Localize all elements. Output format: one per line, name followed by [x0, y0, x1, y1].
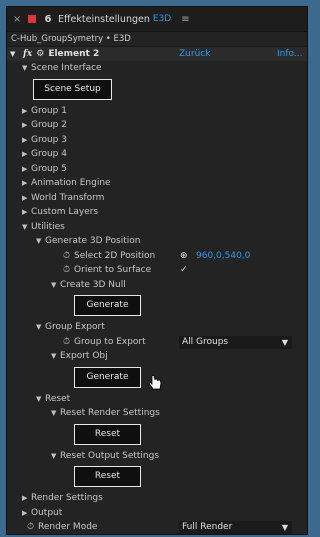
expand-triangle-icon[interactable]: ▼ — [51, 449, 60, 464]
dropdown-arrow-icon: ▼ — [281, 337, 288, 347]
dropdown-arrow-icon: ▼ — [281, 523, 288, 532]
create-null-generate-row: Generate — [7, 292, 307, 320]
select-2d-position-value[interactable]: 960,0,540,0 — [196, 249, 250, 264]
orient-to-surface-row: ⏱ Orient to Surface ✓ — [7, 263, 307, 278]
effect-gear-icon: ⚙ — [36, 49, 45, 59]
reset-output-button[interactable]: Reset — [74, 466, 141, 487]
expand-triangle-icon[interactable]: ▼ — [36, 320, 45, 335]
render-mode-dropdown[interactable]: Full Render ▼ — [179, 521, 292, 534]
stopwatch-icon[interactable]: ⏱ — [63, 251, 70, 261]
expand-triangle-icon[interactable]: ▶ — [22, 205, 31, 220]
effect-header[interactable]: ▼ fx ⚙ Element 2 Zurück Info... — [7, 47, 307, 61]
world-transform-group[interactable]: ▶ World Transform — [7, 191, 307, 206]
lock-icon[interactable]: 6 — [42, 14, 54, 25]
reset-render-row: Reset — [7, 421, 307, 449]
scene-setup-row: Scene Setup — [7, 76, 307, 104]
stopwatch-icon[interactable]: ⏱ — [63, 337, 70, 347]
export-obj-group[interactable]: ▼ Export Obj — [7, 349, 307, 364]
expand-triangle-icon[interactable]: ▼ — [22, 61, 31, 76]
group-2[interactable]: ▶ Group 2 — [7, 118, 307, 133]
stopwatch-icon[interactable]: ⏱ — [27, 522, 34, 532]
group-3[interactable]: ▶ Group 3 — [7, 133, 307, 148]
orient-to-surface-checkbox[interactable]: ✓ — [180, 263, 188, 278]
reset-render-settings-group[interactable]: ▼ Reset Render Settings — [7, 406, 307, 421]
fx-toggle-icon[interactable]: fx — [23, 49, 32, 59]
reset-output-settings-group[interactable]: ▼ Reset Output Settings — [7, 449, 307, 464]
close-panel-button[interactable]: × — [13, 14, 25, 25]
expand-triangle-icon[interactable]: ▶ — [22, 104, 31, 119]
group-to-export-row: ⏱ Group to Export All Groups ▼ — [7, 335, 307, 350]
utilities-group[interactable]: ▼ Utilities — [7, 220, 307, 235]
expand-triangle-icon[interactable]: ▶ — [22, 118, 31, 133]
generate-null-button[interactable]: Generate — [74, 295, 141, 316]
expand-triangle-icon[interactable]: ▶ — [22, 147, 31, 162]
expand-triangle-icon[interactable]: ▼ — [51, 349, 60, 364]
scene-setup-button[interactable]: Scene Setup — [33, 78, 112, 100]
reset-group[interactable]: ▼ Reset — [7, 392, 307, 407]
reset-output-row: Reset — [7, 463, 307, 491]
collapse-triangle-icon[interactable]: ▼ — [7, 50, 20, 58]
generate-3d-position-group[interactable]: ▼ Generate 3D Position — [7, 234, 307, 249]
expand-triangle-icon[interactable]: ▶ — [22, 133, 31, 148]
expand-triangle-icon[interactable]: ▼ — [51, 278, 60, 293]
expand-triangle-icon[interactable]: ▼ — [51, 406, 60, 421]
expand-triangle-icon[interactable]: ▶ — [22, 162, 31, 177]
back-link[interactable]: Zurück — [179, 49, 210, 59]
group-export-group[interactable]: ▼ Group Export — [7, 320, 307, 335]
scene-interface-group[interactable]: ▼ Scene Interface — [7, 61, 307, 76]
label-color-swatch — [28, 15, 36, 23]
render-settings-group[interactable]: ▶ Render Settings — [7, 491, 307, 506]
export-obj-generate-row: Generate — [7, 364, 307, 392]
output-group[interactable]: ▶ Output — [7, 506, 307, 521]
hand-cursor-icon — [148, 373, 162, 389]
render-mode-row: ⏱ Render Mode Full Render ▼ — [7, 520, 307, 534]
expand-triangle-icon[interactable]: ▼ — [22, 220, 31, 235]
effect-name: Element 2 — [48, 49, 100, 59]
panel-title: Effekteinstellungen — [58, 13, 150, 25]
crosshair-icon[interactable]: ⊕ — [180, 249, 188, 264]
expand-triangle-icon[interactable]: ▼ — [36, 392, 45, 407]
stopwatch-icon[interactable]: ⏱ — [63, 265, 70, 275]
expand-triangle-icon[interactable]: ▶ — [22, 176, 31, 191]
expand-triangle-icon[interactable]: ▶ — [22, 491, 31, 506]
custom-layers-group[interactable]: ▶ Custom Layers — [7, 205, 307, 220]
select-2d-position-row: ⏱ Select 2D Position ⊕ 960,0,540,0 — [7, 249, 307, 264]
panel-titlebar: × 6 Effekteinstellungen E3D ≡ — [7, 7, 307, 32]
group-1[interactable]: ▶ Group 1 — [7, 104, 307, 119]
animation-engine-group[interactable]: ▶ Animation Engine — [7, 176, 307, 191]
layer-path: C-Hub_GroupSymetry • E3D — [7, 32, 307, 47]
comp-name[interactable]: E3D — [153, 14, 171, 24]
expand-triangle-icon[interactable]: ▶ — [22, 506, 31, 521]
generate-obj-button[interactable]: Generate — [74, 366, 141, 388]
expand-triangle-icon[interactable]: ▼ — [36, 234, 45, 249]
group-5[interactable]: ▶ Group 5 — [7, 162, 307, 177]
panel-menu-icon[interactable]: ≡ — [181, 14, 189, 25]
group-4[interactable]: ▶ Group 4 — [7, 147, 307, 162]
group-to-export-dropdown[interactable]: All Groups ▼ — [179, 335, 292, 349]
expand-triangle-icon[interactable]: ▶ — [22, 191, 31, 206]
reset-render-button[interactable]: Reset — [74, 423, 141, 445]
effect-controls-panel: × 6 Effekteinstellungen E3D ≡ C-Hub_Grou… — [6, 6, 308, 535]
info-link[interactable]: Info... — [277, 49, 302, 59]
create-3d-null-group[interactable]: ▼ Create 3D Null — [7, 278, 307, 293]
